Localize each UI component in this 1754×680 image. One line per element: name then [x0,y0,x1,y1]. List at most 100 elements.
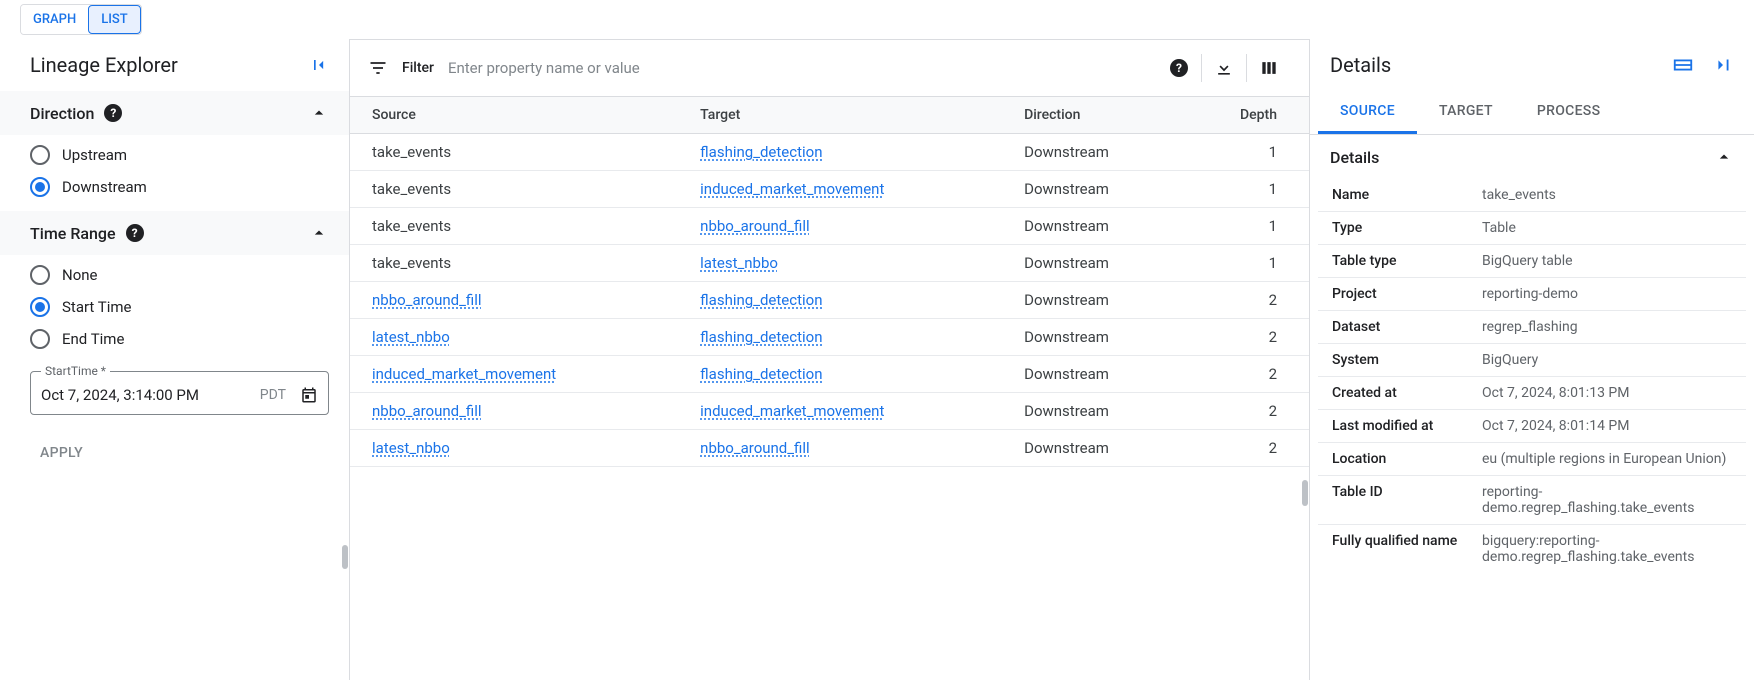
table-row[interactable]: take_eventsinduced_market_movementDownst… [350,171,1309,208]
details-title: Details [1330,53,1391,77]
target-cell[interactable]: flashing_detection [700,328,822,346]
fullscreen-icon[interactable] [1672,54,1694,76]
starttime-field-label: StartTime * [41,364,110,378]
table-row[interactable]: take_eventsnbbo_around_fillDownstream1 [350,208,1309,245]
calendar-icon[interactable] [300,386,318,404]
target-cell[interactable]: nbbo_around_fill [700,217,810,235]
tab-process[interactable]: PROCESS [1515,91,1623,134]
table-row[interactable]: induced_market_movement flashing_detectio… [350,356,1309,393]
direction-cell: Downstream [1010,430,1182,467]
radio-label: None [62,266,98,284]
direction-cell: Downstream [1010,393,1182,430]
filter-label: Filter [402,60,434,76]
source-cell[interactable]: nbbo_around_fill [372,402,482,420]
depth-cell: 2 [1182,356,1309,393]
source-cell[interactable]: latest_nbbo [372,328,450,346]
th-source[interactable]: Source [350,97,686,134]
direction-cell: Downstream [1010,245,1182,282]
table-row[interactable]: nbbo_around_fill induced_market_movement D… [350,393,1309,430]
target-cell[interactable]: flashing_detection [700,291,822,309]
details-value: bigquery:reporting-demo.regrep_flashing.… [1482,533,1732,565]
target-cell[interactable]: nbbo_around_fill [700,439,810,457]
details-value: eu (multiple regions in European Union) [1482,451,1732,467]
details-list: Nametake_eventsTypeTableTable typeBigQue… [1310,179,1754,593]
radio-icon [30,265,50,285]
radio-icon [30,145,50,165]
direction-radio-group: Upstream Downstream [0,135,349,211]
filter-help-icon[interactable]: ? [1157,50,1201,86]
depth-cell: 1 [1182,134,1309,171]
depth-cell: 2 [1182,319,1309,356]
lineage-list-panel: Filter ? [350,39,1309,680]
depth-cell: 1 [1182,208,1309,245]
download-icon[interactable] [1202,50,1246,86]
filter-input[interactable] [448,59,1143,77]
filter-icon [368,58,388,78]
details-key: Type [1332,220,1482,236]
details-value: BigQuery table [1482,253,1732,269]
view-toggle-list[interactable]: LIST [88,5,141,34]
starttime-field[interactable]: StartTime * Oct 7, 2024, 3:14:00 PM PDT [30,371,329,415]
depth-cell: 2 [1182,430,1309,467]
timerange-section-title: Time Range [30,224,116,243]
th-depth[interactable]: Depth [1182,97,1309,134]
th-direction[interactable]: Direction [1010,97,1182,134]
target-cell[interactable]: induced_market_movement [700,402,884,420]
depth-cell: 1 [1182,171,1309,208]
details-value: regrep_flashing [1482,319,1732,335]
target-cell[interactable]: flashing_detection [700,365,822,383]
details-value: Oct 7, 2024, 8:01:14 PM [1482,418,1732,434]
source-cell[interactable]: nbbo_around_fill [372,291,482,309]
details-key: System [1332,352,1482,368]
table-row[interactable]: latest_nbboflashing_detectionDownstream2 [350,319,1309,356]
details-row: Projectreporting-demo [1318,277,1746,310]
direction-cell: Downstream [1010,356,1182,393]
scrollbar-thumb[interactable] [1302,480,1308,506]
th-target[interactable]: Target [686,97,1010,134]
table-row[interactable]: take_eventsflashing_detectionDownstream1 [350,134,1309,171]
target-cell[interactable]: induced_market_movement [700,180,884,198]
details-value: reporting-demo [1482,286,1732,302]
source-cell[interactable]: latest_nbbo [372,439,450,457]
details-row: Last modified atOct 7, 2024, 8:01:14 PM [1318,409,1746,442]
table-row[interactable]: nbbo_around_fillflashing_detectionDownst… [350,282,1309,319]
direction-section-header[interactable]: Direction ? [0,91,349,135]
timerange-radio-start[interactable]: Start Time [30,297,329,317]
collapse-left-icon[interactable] [309,55,329,75]
timerange-section-header[interactable]: Time Range ? [0,211,349,255]
source-cell[interactable]: induced_market_movement [372,365,556,383]
table-row[interactable]: latest_nbbo nbbo_around_fill Downstream2 [350,430,1309,467]
details-subheader[interactable]: Details [1310,135,1754,179]
depth-cell: 2 [1182,393,1309,430]
target-cell[interactable]: flashing_detection [700,143,822,161]
radio-label: End Time [62,330,124,348]
tab-source[interactable]: SOURCE [1318,91,1417,134]
details-key: Dataset [1332,319,1482,335]
timerange-radio-none[interactable]: None [30,265,329,285]
details-key: Name [1332,187,1482,203]
chevron-up-icon [309,223,329,243]
direction-radio-upstream[interactable]: Upstream [30,145,329,165]
radio-label: Start Time [62,298,131,316]
direction-cell: Downstream [1010,134,1182,171]
scrollbar-thumb[interactable] [342,545,348,569]
details-key: Location [1332,451,1482,467]
help-icon[interactable]: ? [104,104,122,122]
direction-radio-downstream[interactable]: Downstream [30,177,329,197]
table-row[interactable]: take_eventslatest_nbboDownstream1 [350,245,1309,282]
details-row: Created atOct 7, 2024, 8:01:13 PM [1318,376,1746,409]
details-key: Created at [1332,385,1482,401]
details-tabs: SOURCE TARGET PROCESS [1310,91,1754,135]
view-toggle-graph[interactable]: GRAPH [21,5,88,34]
target-cell[interactable]: latest_nbbo [700,254,778,272]
timerange-radio-end[interactable]: End Time [30,329,329,349]
details-key: Table type [1332,253,1482,269]
apply-button[interactable]: APPLY [30,437,93,469]
tab-target[interactable]: TARGET [1417,91,1515,134]
collapse-right-icon[interactable] [1712,54,1734,76]
details-row: Table typeBigQuery table [1318,244,1746,277]
details-key: Last modified at [1332,418,1482,434]
help-icon[interactable]: ? [126,224,144,242]
details-row: SystemBigQuery [1318,343,1746,376]
columns-icon[interactable] [1247,50,1291,86]
